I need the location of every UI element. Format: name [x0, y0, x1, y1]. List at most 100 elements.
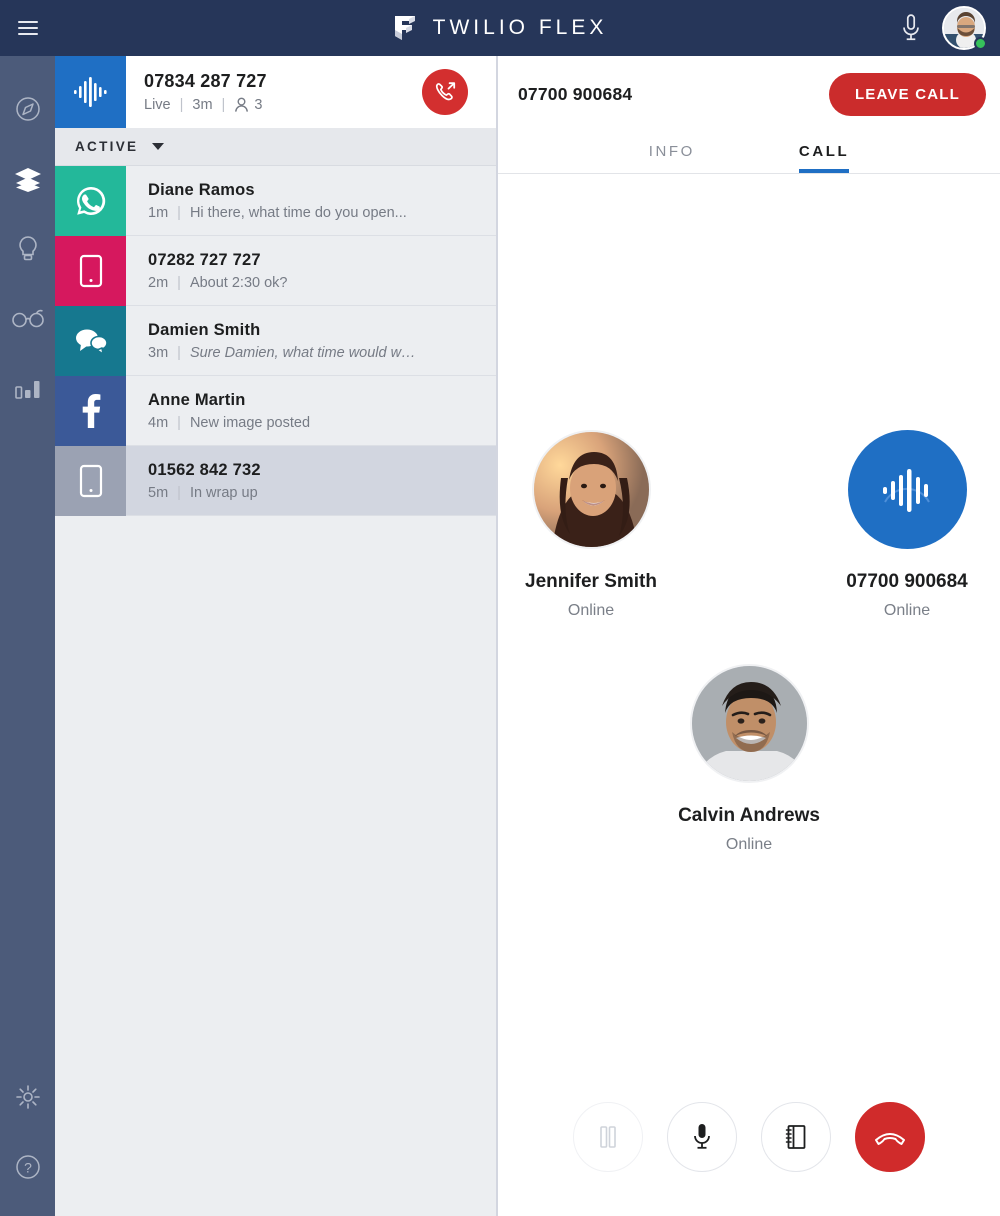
- divider: |: [221, 97, 226, 113]
- whatsapp-icon: [76, 186, 105, 215]
- app-body: ? 07834 287 727 Live | 3m | 3 ACTIVE Dia…: [0, 56, 1000, 1216]
- task-row[interactable]: 07282 727 727 2m | About 2:30 ok?: [55, 235, 496, 306]
- participant-name: Calvin Andrews: [678, 805, 820, 826]
- sidebar-item-monitor[interactable]: [0, 284, 55, 354]
- task-preview: About 2:30 ok?: [189, 274, 288, 291]
- task-preview: Hi there, what time do you open...: [189, 204, 407, 221]
- task-filter-bar[interactable]: ACTIVE: [55, 128, 496, 166]
- task-meta: 01562 842 732 5m | In wrap up: [126, 461, 496, 501]
- participant-jennifer[interactable]: Jennifer Smith Online: [483, 430, 699, 620]
- participant-caller[interactable]: 07700 900684 Online: [799, 430, 1000, 620]
- microphone-icon[interactable]: [898, 13, 924, 43]
- task-preview: In wrap up: [189, 484, 258, 501]
- lightbulb-icon: [18, 236, 37, 261]
- channel-icon-voice: [55, 56, 126, 128]
- task-row[interactable]: Anne Martin 4m | New image posted: [55, 375, 496, 446]
- hamburger-line: [18, 33, 38, 35]
- mute-button[interactable]: [667, 1102, 737, 1172]
- task-filter-label: ACTIVE: [75, 139, 139, 154]
- call-panel-tabs: INFO CALL: [498, 132, 1000, 174]
- hold-button[interactable]: [573, 1102, 643, 1172]
- task-subtitle: 4m | New image posted: [148, 415, 496, 431]
- channel-icon-chat: [55, 305, 126, 376]
- active-task-sub: Live | 3m | 3: [144, 97, 422, 113]
- task-title: 01562 842 732: [148, 460, 261, 479]
- task-subtitle: 5m | In wrap up: [148, 485, 496, 501]
- flex-app: TWILIO FLEX ? 07834 287 727 Live | 3m | …: [0, 0, 1000, 1216]
- top-bar: TWILIO FLEX: [0, 0, 1000, 56]
- sidebar-item-insights[interactable]: [0, 214, 55, 284]
- task-subtitle: 2m | About 2:30 ok?: [148, 275, 496, 291]
- hangup-icon: [875, 1133, 905, 1145]
- task-title: Diane Ramos: [148, 180, 255, 199]
- task-subtitle: 3m | Sure Damien, what time would w…: [148, 345, 496, 361]
- channel-icon-whatsapp: [55, 165, 126, 236]
- participant-status: Online: [567, 602, 615, 619]
- hold-pause-icon: [600, 1126, 616, 1148]
- hangup-button[interactable]: [855, 1102, 925, 1172]
- task-meta: 07282 727 727 2m | About 2:30 ok?: [126, 251, 496, 291]
- task-row[interactable]: 01562 842 732 5m | In wrap up: [55, 445, 496, 516]
- glasses-icon: [11, 309, 44, 328]
- sidebar-item-tasks[interactable]: [0, 144, 55, 214]
- call-controls: [498, 1102, 1000, 1172]
- bar-chart-icon: [14, 381, 39, 399]
- participant-count-value: 3: [254, 97, 263, 113]
- task-time: 5m: [148, 484, 169, 501]
- avatar[interactable]: [942, 6, 987, 50]
- divider: |: [177, 274, 181, 291]
- top-right-actions: [898, 6, 1000, 50]
- task-rows: Diane Ramos 1m | Hi there, what time do you…: [55, 165, 496, 516]
- photo-jennifer: [533, 432, 649, 547]
- svg-text:?: ?: [24, 1160, 32, 1176]
- directory-button[interactable]: [761, 1102, 831, 1172]
- active-task-meta: 07834 287 727 Live | 3m | 3: [126, 71, 422, 113]
- participant-status: Online: [883, 602, 931, 619]
- active-task-status: Live: [144, 97, 171, 113]
- task-time: 4m: [148, 414, 169, 431]
- channel-icon-facebook: [55, 375, 126, 446]
- divider: |: [177, 204, 181, 221]
- sms-icon: [79, 464, 102, 497]
- task-time: 2m: [148, 274, 169, 291]
- task-time: 3m: [148, 344, 169, 361]
- channel-icon-sms: [55, 235, 126, 306]
- task-meta: Diane Ramos 1m | Hi there, what time do you…: [126, 181, 496, 221]
- task-meta: Anne Martin 4m | New image posted: [126, 391, 496, 431]
- participant-row-1: Jennifer Smith Online 07700 900684 Onlin…: [483, 430, 1000, 620]
- participant-count: 3: [234, 97, 262, 113]
- task-subtitle: 1m | Hi there, what time do you open...: [148, 205, 496, 221]
- participant-name: Jennifer Smith: [525, 571, 657, 592]
- photo-calvin: [691, 666, 807, 781]
- chevron-down-icon: [152, 143, 165, 150]
- layers-icon: [14, 168, 41, 192]
- task-row[interactable]: Damien Smith 3m | Sure Damien, what time wo…: [55, 305, 496, 376]
- task-title: 07282 727 727: [148, 250, 261, 269]
- task-title: Anne Martin: [148, 390, 246, 409]
- participant-avatar: [531, 430, 651, 549]
- divider: |: [177, 414, 181, 431]
- voice-waveform-icon: [883, 468, 930, 512]
- tab-info[interactable]: INFO: [649, 143, 695, 173]
- active-task-title: 07834 287 727: [144, 71, 267, 91]
- compass-icon: [15, 97, 40, 121]
- task-preview: New image posted: [189, 414, 311, 431]
- sidebar-item-analytics[interactable]: [0, 354, 55, 424]
- hamburger-icon[interactable]: [0, 21, 56, 35]
- divider: |: [177, 484, 181, 501]
- call-transfer-button[interactable]: [422, 69, 468, 115]
- sidebar-item-settings[interactable]: [0, 1062, 55, 1132]
- active-task-card[interactable]: 07834 287 727 Live | 3m | 3: [55, 56, 496, 128]
- divider: |: [177, 344, 181, 361]
- participant-calvin[interactable]: Calvin Andrews Online: [641, 664, 857, 854]
- microphone-icon: [694, 1124, 710, 1149]
- task-row[interactable]: Diane Ramos 1m | Hi there, what time do you…: [55, 165, 496, 236]
- sidebar-item-navigate[interactable]: [0, 74, 55, 144]
- person-icon: [235, 97, 249, 112]
- twilio-flex-logo: [394, 16, 415, 40]
- active-task-duration: 3m: [192, 97, 213, 113]
- sidebar-item-help[interactable]: ?: [0, 1132, 55, 1202]
- task-list-empty-space: [55, 516, 496, 1216]
- leave-call-button[interactable]: LEAVE CALL: [828, 72, 986, 116]
- tab-call[interactable]: CALL: [798, 143, 850, 173]
